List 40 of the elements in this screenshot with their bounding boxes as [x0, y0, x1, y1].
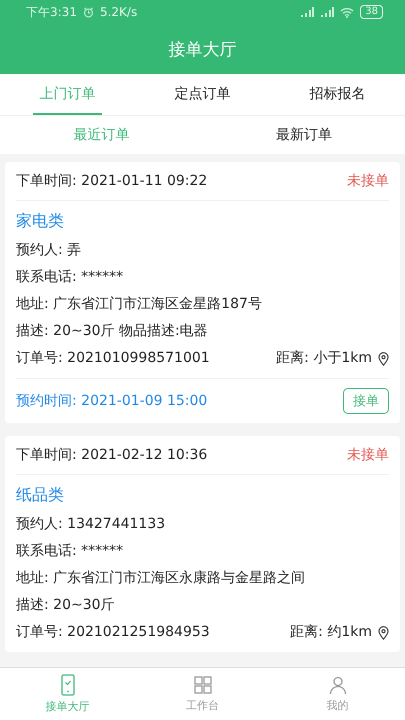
- signal-icon: [300, 7, 314, 17]
- order-distance: 距离: 小于1km: [276, 349, 372, 368]
- sub-tab[interactable]: 最近订单: [0, 116, 202, 154]
- location-pin-icon: [378, 352, 389, 366]
- order-status: 未接单: [347, 446, 389, 464]
- order-status: 未接单: [347, 172, 389, 190]
- alarm-icon: [82, 6, 94, 18]
- contact-name: 预约人: 13427441133: [16, 515, 166, 534]
- nav-item[interactable]: 接单大厅: [0, 668, 135, 720]
- nav-item[interactable]: 工作台: [135, 668, 270, 720]
- grid-icon: [192, 675, 212, 695]
- order-category: 纸品类: [16, 484, 65, 506]
- order-category: 家电类: [16, 210, 65, 232]
- wifi-icon: [340, 6, 354, 18]
- nav-item[interactable]: 我的: [270, 668, 405, 720]
- page-title: 接单大厅: [168, 38, 238, 62]
- order-distance: 距离: 约1km: [290, 623, 372, 642]
- phone-check-icon: [60, 674, 74, 696]
- tab[interactable]: 定点订单: [168, 74, 237, 115]
- status-time: 下午3:31: [26, 4, 77, 20]
- order-address: 地址: 广东省江门市江海区永康路与金星路之间: [16, 569, 306, 588]
- contact-name: 预约人: 弄: [16, 241, 82, 260]
- sub-tab[interactable]: 最新订单: [202, 116, 405, 154]
- order-address: 地址: 广东省江门市江海区金星路187号: [16, 295, 263, 314]
- order-description: 描述: 20~30斤: [16, 596, 116, 615]
- contact-phone: 联系电话: ******: [16, 268, 124, 287]
- tab[interactable]: 招标报名: [303, 74, 372, 115]
- battery-level: 38: [360, 5, 383, 19]
- order-time: 下单时间: 2021-02-12 10:36: [16, 446, 208, 464]
- network-speed: 5.2K/s: [100, 5, 138, 19]
- booking-time: 预约时间: 2021-01-09 15:00: [16, 392, 208, 410]
- person-icon: [328, 675, 348, 695]
- order-time: 下单时间: 2021-01-11 09:22: [16, 172, 208, 190]
- order-number: 订单号: 2021021251984953: [16, 623, 210, 642]
- order-description: 描述: 20~30斤 物品描述:电器: [16, 322, 209, 341]
- location-pin-icon: [378, 626, 389, 640]
- order-number: 订单号: 2021010998571001: [16, 349, 210, 368]
- accept-button[interactable]: 接单: [343, 388, 389, 414]
- signal-icon: [320, 7, 334, 17]
- contact-phone: 联系电话: ******: [16, 542, 124, 561]
